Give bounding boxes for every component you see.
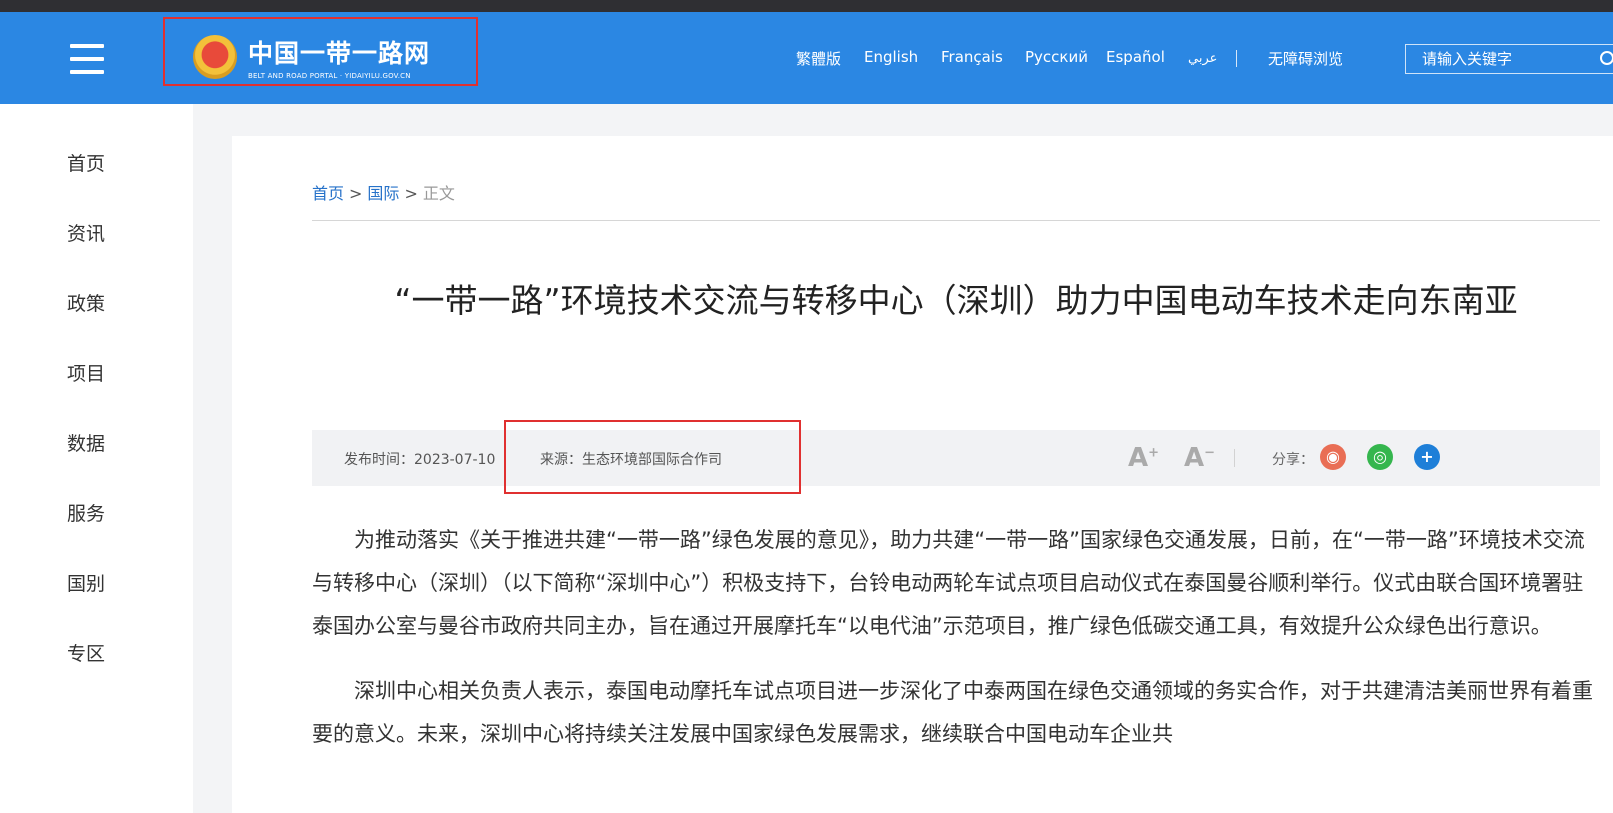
article-meta-bar: 发布时间：2023-07-10 来源：生态环境部国际合作司 A+ A− 分享： … — [312, 420, 1600, 494]
publish-time: 发布时间：2023-07-10 — [344, 452, 496, 468]
logo-title[interactable]: 中国一带一路网 — [248, 34, 430, 70]
weibo-share-icon[interactable]: ◉ — [1320, 444, 1346, 470]
breadcrumb-home[interactable]: 首页 — [312, 184, 344, 203]
font-decrease-button[interactable]: A− — [1184, 443, 1215, 473]
wechat-share-icon[interactable]: ◎ — [1367, 444, 1393, 470]
search-icon[interactable] — [1600, 51, 1613, 65]
sidebar: 首页 资讯 政策 项目 数据 服务 国别 专区 — [0, 104, 193, 813]
lang-arabic[interactable]: عربي — [1188, 51, 1217, 66]
sidebar-item-policy[interactable]: 政策 — [67, 289, 127, 316]
sidebar-item-data[interactable]: 数据 — [67, 429, 127, 456]
breadcrumb-section[interactable]: 国际 — [367, 184, 399, 203]
sidebar-item-projects[interactable]: 项目 — [67, 359, 127, 386]
breadcrumb-separator: > — [349, 184, 363, 203]
article-paragraph: 深圳中心相关负责人表示，泰国电动摩托车试点项目进一步深化了中泰两国在绿色交通领域… — [312, 679, 1593, 746]
breadcrumb-current: 正文 — [422, 184, 455, 203]
site-header: 中国一带一路网 BELT AND ROAD PORTAL · YIDAIYILU… — [0, 12, 1613, 104]
font-increase-button[interactable]: A+ — [1128, 443, 1159, 473]
national-emblem-icon — [193, 35, 237, 79]
accessibility-link[interactable]: 无障碍浏览 — [1268, 48, 1343, 69]
bookmarks-bar — [0, 0, 1613, 12]
logo-subtitle: BELT AND ROAD PORTAL · YIDAIYILU.GOV.CN — [248, 72, 411, 80]
article-body: 为推动落实《关于推进共建“一带一路”绿色发展的意见》，助力共建“一带一路”国家绿… — [312, 519, 1600, 778]
search-box — [1405, 44, 1613, 74]
breadcrumb-separator: > — [404, 184, 418, 203]
divider — [312, 220, 1600, 221]
article-source: 来源：生态环境部国际合作司 — [540, 452, 722, 468]
lang-russian[interactable]: Русский — [1025, 48, 1088, 66]
sidebar-item-news[interactable]: 资讯 — [67, 219, 127, 246]
font-increase-label: A — [1128, 443, 1149, 473]
article-title: “一带一路”环境技术交流与转移中心（深圳）助力中国电动车技术走向东南亚 — [394, 281, 1518, 320]
meta-divider — [1234, 449, 1235, 467]
sidebar-item-services[interactable]: 服务 — [67, 499, 127, 526]
menu-icon[interactable] — [70, 44, 104, 74]
search-input[interactable] — [1406, 45, 1596, 73]
font-decrease-label: A — [1184, 443, 1205, 473]
lang-french[interactable]: Français — [941, 48, 1003, 66]
sidebar-item-home[interactable]: 首页 — [67, 149, 127, 176]
nav-divider — [1236, 50, 1237, 67]
lang-traditional-chinese[interactable]: 繁體版 — [796, 48, 841, 69]
more-share-icon[interactable]: + — [1414, 444, 1440, 470]
article-card: 首页 > 国际 > 正文 “一带一路”环境技术交流与转移中心（深圳）助力中国电动车技术走… — [232, 136, 1613, 813]
article-paragraph: 为推动落实《关于推进共建“一带一路”绿色发展的意见》，助力共建“一带一路”国家绿… — [312, 528, 1585, 638]
sidebar-item-topics[interactable]: 专区 — [67, 639, 127, 666]
lang-english[interactable]: English — [864, 48, 918, 66]
sidebar-item-countries[interactable]: 国别 — [67, 569, 127, 596]
lang-spanish[interactable]: Español — [1106, 48, 1165, 66]
logo-highlight-box: 中国一带一路网 BELT AND ROAD PORTAL · YIDAIYILU… — [163, 17, 478, 86]
breadcrumb: 首页 > 国际 > 正文 — [312, 180, 455, 204]
share-label: 分享： — [1272, 452, 1314, 468]
